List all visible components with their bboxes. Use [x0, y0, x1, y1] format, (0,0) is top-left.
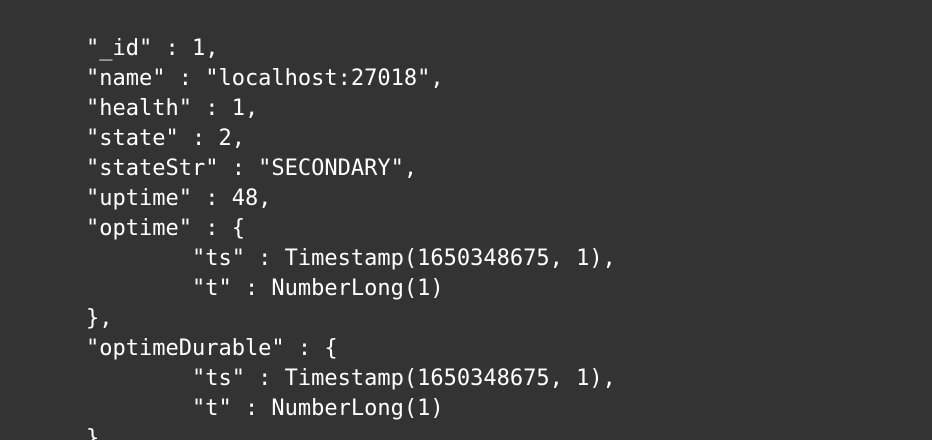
output-line-optimedurable-open: "optimeDurable" : { — [86, 336, 338, 361]
output-line-optimedurable-close: }, — [86, 426, 113, 440]
terminal-window[interactable]: "_id" : 1, "name" : "localhost:27018", "… — [0, 0, 932, 440]
output-line-optimedurable-ts: "ts" : Timestamp(1650348675, 1), — [86, 366, 616, 391]
output-line-name: "name" : "localhost:27018", — [86, 66, 444, 91]
output-line-optime-t: "t" : NumberLong(1) — [86, 276, 444, 301]
output-line-optime-open: "optime" : { — [86, 216, 245, 241]
command-output: "_id" : 1, "name" : "localhost:27018", "… — [86, 34, 616, 440]
output-line-optimedurable-t: "t" : NumberLong(1) — [86, 396, 444, 421]
output-line-health: "health" : 1, — [86, 96, 259, 121]
output-line-optime-ts: "ts" : Timestamp(1650348675, 1), — [86, 246, 616, 271]
output-line-optime-close: }, — [86, 306, 113, 331]
output-line-id: "_id" : 1, — [86, 36, 219, 61]
output-line-state: "state" : 2, — [86, 126, 245, 151]
output-line-statestr: "stateStr" : "SECONDARY", — [86, 156, 418, 181]
output-line-uptime: "uptime" : 48, — [86, 186, 272, 211]
